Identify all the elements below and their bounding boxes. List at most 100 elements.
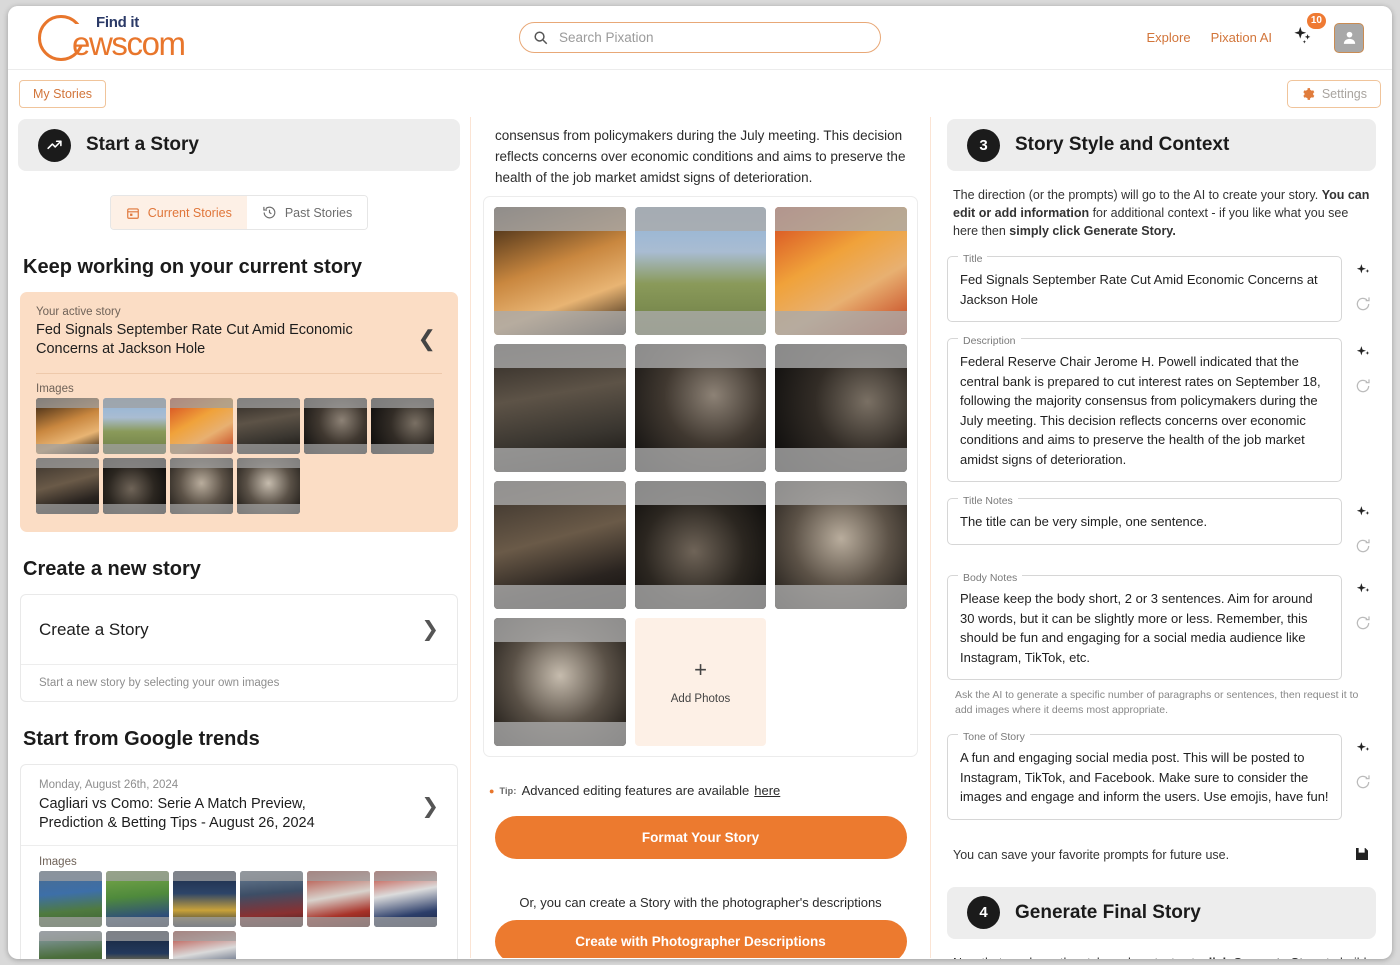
thumbnail[interactable]: [170, 458, 233, 514]
story-image[interactable]: [494, 481, 626, 609]
thumbnail[interactable]: [36, 398, 99, 454]
tip-line: ● Tip: Advanced editing features are ava…: [489, 783, 920, 798]
thumbnail-letterbox: [374, 917, 437, 927]
step3-helper-a: The direction (or the prompts) will go t…: [953, 188, 1322, 202]
body-notes-input[interactable]: Body Notes Please keep the body short, 2…: [947, 569, 1342, 680]
collapse-chevron-icon[interactable]: ❮: [418, 326, 436, 352]
save-icon[interactable]: [1354, 846, 1370, 865]
trend-up-icon: [38, 128, 71, 162]
story-image[interactable]: [634, 481, 767, 609]
reset-icon[interactable]: [1355, 378, 1371, 399]
thumbnail-letterbox: [170, 458, 233, 468]
story-image[interactable]: [494, 207, 626, 335]
active-story-card[interactable]: Your active story Fed Signals September …: [20, 292, 458, 532]
thumbnail[interactable]: [36, 458, 99, 514]
settings-label: Settings: [1321, 86, 1367, 101]
image-letterbox: [775, 481, 907, 505]
thumbnail-letterbox: [36, 504, 99, 514]
search-box[interactable]: [519, 22, 881, 53]
explore-link[interactable]: Explore: [1146, 30, 1190, 45]
step3-helper-d: simply click Generate Story.: [1009, 224, 1176, 238]
image-letterbox: [634, 207, 767, 231]
create-story-row[interactable]: Create a Story ❯: [21, 595, 457, 664]
trend-chevron-right-icon[interactable]: ❯: [421, 794, 439, 819]
image-letterbox: [494, 311, 626, 335]
reset-icon[interactable]: [1355, 296, 1371, 317]
thumbnail-letterbox: [237, 444, 300, 454]
body-notes-field-actions: [1350, 575, 1376, 636]
site-logo[interactable]: Find it ewscom: [38, 14, 186, 61]
thumbnail[interactable]: [304, 398, 367, 454]
middle-panel: consensus from policymakers during the J…: [471, 117, 931, 958]
thumbnail-letterbox: [371, 398, 434, 408]
thumbnail[interactable]: [371, 398, 434, 454]
thumbnail[interactable]: [103, 458, 166, 514]
create-story-card: Create a Story ❯ Start a new story by se…: [20, 594, 458, 702]
thumbnail[interactable]: [39, 931, 102, 959]
thumbnail[interactable]: [173, 931, 236, 959]
description-input[interactable]: Description Federal Reserve Chair Jerome…: [947, 332, 1342, 482]
thumbnail[interactable]: [103, 398, 166, 454]
story-image[interactable]: [775, 344, 907, 472]
tip-link[interactable]: here: [754, 783, 780, 798]
thumbnail[interactable]: [173, 871, 236, 927]
image-letterbox: [775, 207, 907, 231]
my-stories-button[interactable]: My Stories: [19, 79, 107, 108]
thumbnail[interactable]: [307, 871, 370, 927]
story-image[interactable]: [494, 618, 626, 746]
story-image[interactable]: [775, 207, 907, 335]
thumbnail-letterbox: [106, 871, 169, 881]
tone-of-story-field-value: A fun and engaging social media post. Th…: [960, 750, 1329, 804]
user-icon: [1343, 31, 1355, 44]
pixation-ai-link[interactable]: Pixation AI: [1211, 30, 1272, 45]
thumbnail[interactable]: [170, 398, 233, 454]
thumbnail[interactable]: [237, 398, 300, 454]
reset-icon[interactable]: [1355, 774, 1371, 795]
title-input[interactable]: Title Fed Signals September Rate Cut Ami…: [947, 250, 1342, 322]
avatar[interactable]: [1334, 22, 1364, 53]
thumbnail[interactable]: [106, 871, 169, 927]
settings-button[interactable]: Settings: [1286, 79, 1381, 108]
reset-icon[interactable]: [1355, 615, 1371, 636]
format-your-story-button[interactable]: Format Your Story: [494, 816, 907, 859]
ai-sparkle-icon[interactable]: [1355, 344, 1372, 366]
ai-sparkle-icon[interactable]: [1355, 740, 1372, 762]
reset-icon[interactable]: [1355, 538, 1371, 559]
thumbnail[interactable]: [240, 871, 303, 927]
ai-sparkle-icon[interactable]: [1355, 262, 1372, 284]
thumbnail[interactable]: [237, 458, 300, 514]
ai-credits-button[interactable]: 10: [1292, 13, 1326, 51]
step4-header: 4 Generate Final Story: [947, 886, 1376, 939]
title-notes-field-actions: [1350, 498, 1376, 559]
add-photos-cell[interactable]: + Add Photos: [634, 618, 767, 746]
trend-header[interactable]: Monday, August 26th, 2024 Cagliari vs Co…: [21, 765, 457, 845]
tab-current-stories[interactable]: Current Stories: [110, 196, 247, 229]
search-input[interactable]: [557, 29, 867, 46]
tone-of-story-input[interactable]: Tone of Story A fun and engaging social …: [947, 728, 1342, 820]
story-image[interactable]: [634, 344, 767, 472]
image-letterbox: [775, 448, 907, 472]
tab-current-stories-label: Current Stories: [147, 205, 232, 220]
thumbnail-letterbox: [39, 931, 102, 941]
story-image[interactable]: [494, 344, 626, 472]
story-image[interactable]: [775, 481, 907, 609]
tab-past-stories[interactable]: Past Stories: [246, 196, 368, 229]
chevron-right-icon[interactable]: ❯: [421, 617, 439, 642]
active-story-label: Your active story: [36, 306, 121, 318]
body-notes-field: Body Notes Please keep the body short, 2…: [947, 569, 1376, 680]
thumbnail[interactable]: [374, 871, 437, 927]
image-letterbox: [775, 311, 907, 335]
image-letterbox: [634, 344, 767, 368]
create-with-photographer-descriptions-button[interactable]: Create with Photographer Descriptions: [494, 920, 907, 958]
thumbnail[interactable]: [39, 871, 102, 927]
ai-sparkle-icon[interactable]: [1355, 504, 1372, 526]
title-notes-input[interactable]: Title Notes The title can be very simple…: [947, 492, 1342, 545]
title-field-value: Fed Signals September Rate Cut Amid Econ…: [960, 272, 1318, 307]
ai-sparkle-icon[interactable]: [1355, 581, 1372, 603]
story-image[interactable]: [634, 207, 767, 335]
step4-title: Generate Final Story: [1015, 901, 1201, 923]
active-story-title: Fed Signals September Rate Cut Amid Econ…: [36, 322, 353, 357]
title-field-actions: [1350, 256, 1376, 317]
thumbnail[interactable]: [106, 931, 169, 959]
image-letterbox: [775, 585, 907, 609]
